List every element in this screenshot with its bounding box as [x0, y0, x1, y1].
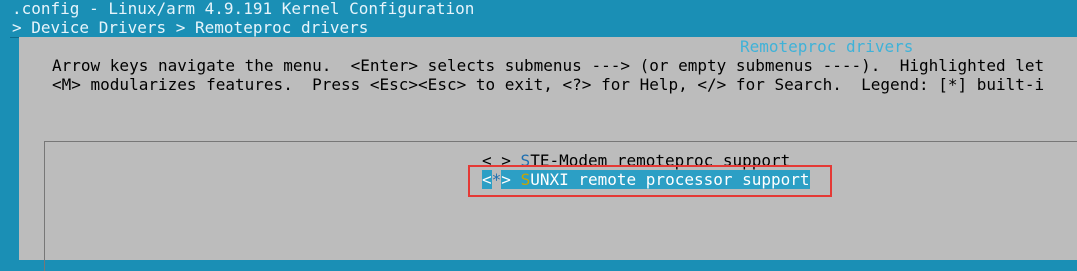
dialog-title: Remoteproc drivers — [740, 37, 914, 56]
help-text-line-1: Arrow keys navigate the menu. <Enter> se… — [52, 56, 1045, 75]
breadcrumb: > Device Drivers > Remoteproc drivers — [12, 18, 369, 37]
help-text-line-2: <M> modularizes features. Press <Esc><Es… — [52, 75, 1045, 94]
window-title: .config - Linux/arm 4.9.191 Kernel Confi… — [12, 0, 475, 18]
highlight-annotation-box — [468, 165, 832, 197]
